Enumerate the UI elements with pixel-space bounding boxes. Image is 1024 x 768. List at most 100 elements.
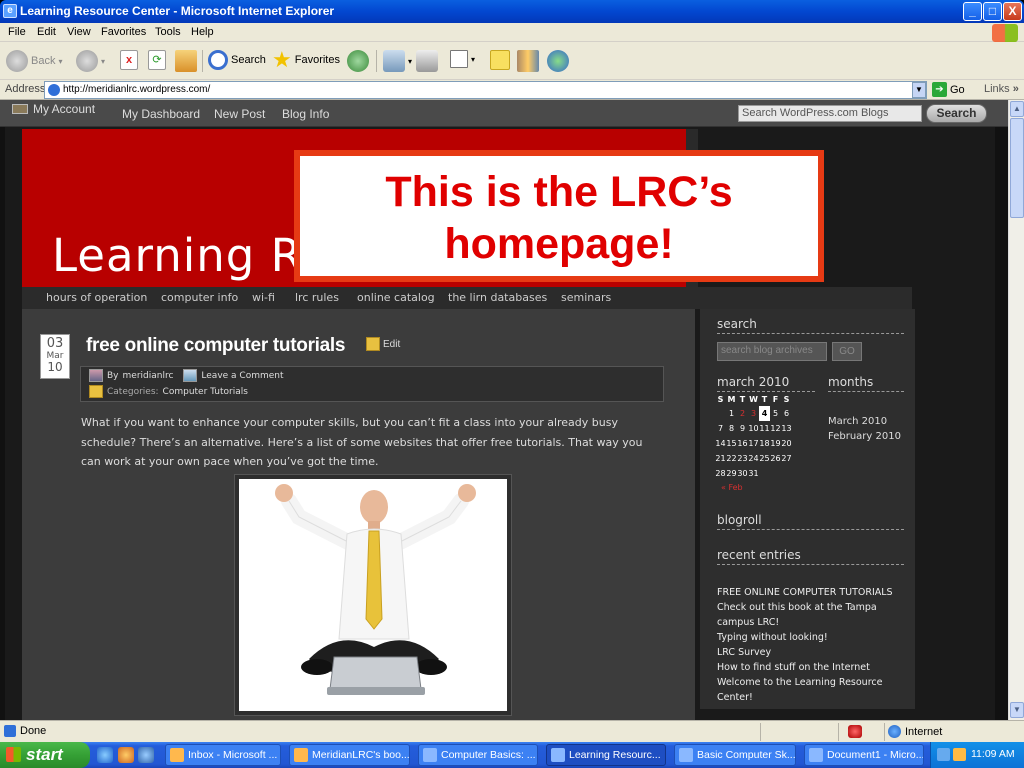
vertical-scrollbar[interactable]: ▲ ▼ xyxy=(1008,100,1024,720)
minimize-button[interactable]: _ xyxy=(963,2,982,21)
menu-help[interactable]: Help xyxy=(191,26,214,38)
tray-network-icon[interactable] xyxy=(937,748,950,761)
post-title[interactable]: free online computer tutorials xyxy=(86,335,345,357)
post-date-day: 03 xyxy=(46,336,64,351)
wordpress-search-button[interactable]: Search xyxy=(926,104,987,123)
status-text: Done xyxy=(4,725,46,737)
note-icon xyxy=(490,50,510,70)
links-button[interactable]: Links » xyxy=(984,83,1019,95)
taskbar-task-button[interactable]: MeridianLRC's boo... xyxy=(289,744,410,766)
task-label: Document1 - Micro... xyxy=(827,749,924,761)
web-page: My Account My Dashboard New Post Blog In… xyxy=(0,100,1008,720)
close-button[interactable]: X xyxy=(1003,2,1022,21)
favorites-button[interactable]: ★ Favorites xyxy=(272,47,340,72)
post-author-link[interactable]: meridianlrc xyxy=(123,371,174,381)
star-icon: ★ xyxy=(272,47,292,72)
menu-favorites[interactable]: Favorites xyxy=(101,26,146,38)
blog-search-input[interactable]: search blog archives xyxy=(717,342,827,361)
recent-entry-link[interactable]: Welcome to the Learning Resource Center! xyxy=(717,675,909,705)
calendar-day: 16 xyxy=(737,439,748,448)
site-title[interactable]: Learning Re xyxy=(52,229,330,282)
stop-button[interactable]: x xyxy=(120,50,138,70)
month-link[interactable]: February 2010 xyxy=(828,429,901,444)
calendar-day xyxy=(715,406,726,421)
quicklaunch-outlook-icon[interactable] xyxy=(118,747,134,763)
blog-search-go-button[interactable]: GO xyxy=(832,342,862,361)
quicklaunch-ie-icon[interactable] xyxy=(97,747,113,763)
taskbar-task-button[interactable]: Document1 - Micro... xyxy=(804,744,924,766)
edit-button[interactable]: ▾ xyxy=(450,50,475,68)
scroll-thumb[interactable] xyxy=(1010,118,1024,218)
taskbar-task-button[interactable]: Learning Resourc... xyxy=(546,744,666,766)
scroll-up-arrow[interactable]: ▲ xyxy=(1010,101,1024,117)
tray-outlook-icon[interactable] xyxy=(953,748,966,761)
window-title-bar[interactable]: e Learning Resource Center - Microsoft I… xyxy=(0,0,1024,23)
weekday-label: T xyxy=(761,395,768,404)
back-button[interactable]: Back ▾ xyxy=(6,50,62,72)
status-divider xyxy=(884,723,885,741)
go-button[interactable]: ➔ Go xyxy=(932,82,965,97)
recent-entry-link[interactable]: FREE ONLINE COMPUTER TUTORIALS xyxy=(717,585,909,600)
pencil-icon xyxy=(366,337,380,351)
post-edit-link[interactable]: Edit xyxy=(366,337,400,351)
mail-dropdown-icon[interactable]: ▾ xyxy=(408,57,412,66)
start-button[interactable]: start xyxy=(0,742,90,768)
nav-seminars[interactable]: seminars xyxy=(561,291,611,304)
refresh-button[interactable]: ⟳ xyxy=(148,50,166,70)
menu-edit[interactable]: Edit xyxy=(37,26,56,38)
calendar-week-row: 28 29 30 31 xyxy=(715,466,792,481)
taskbar-task-button[interactable]: Computer Basics: ... xyxy=(418,744,538,766)
recent-entry-link[interactable]: How to find stuff on the Internet xyxy=(717,660,909,675)
category-link[interactable]: Computer Tutorials xyxy=(163,387,248,397)
nav-online-catalog[interactable]: online catalog xyxy=(357,291,435,304)
mail-button[interactable]: ▾ xyxy=(383,50,412,72)
address-bar: Address http://meridianlrc.wordpress.com… xyxy=(0,80,1024,100)
discuss-button[interactable] xyxy=(490,50,510,70)
history-button[interactable] xyxy=(347,50,369,72)
address-input[interactable]: http://meridianlrc.wordpress.com/ xyxy=(44,81,927,99)
nav-wifi[interactable]: wi-fi xyxy=(252,291,275,304)
callout-line-1: This is the LRC’s xyxy=(385,168,733,216)
weekday-label: M xyxy=(727,395,736,404)
dashboard-link[interactable]: My Dashboard xyxy=(122,107,200,121)
nav-lrc-rules[interactable]: lrc rules xyxy=(295,291,339,304)
calendar-prev-month-link[interactable]: « Feb xyxy=(721,483,815,492)
leave-comment-link[interactable]: Leave a Comment xyxy=(201,371,283,381)
recent-entry-link[interactable]: Typing without looking! xyxy=(717,630,909,645)
nav-computer-info[interactable]: computer info xyxy=(161,291,238,304)
menu-view[interactable]: View xyxy=(67,26,91,38)
blog-info-link[interactable]: Blog Info xyxy=(282,107,329,121)
calendar-day-link[interactable]: 2 xyxy=(737,406,748,421)
search-button[interactable]: Search xyxy=(208,50,266,70)
quicklaunch-desktop-icon[interactable] xyxy=(138,747,154,763)
taskbar-task-button[interactable]: Basic Computer Sk... xyxy=(674,744,796,766)
taskbar-task-button[interactable]: Inbox - Microsoft ... xyxy=(165,744,281,766)
recent-entry-link[interactable]: Check out this book at the Tampa campus … xyxy=(717,600,909,630)
menu-tools[interactable]: Tools xyxy=(155,26,181,38)
address-dropdown-button[interactable]: ▼ xyxy=(912,82,926,98)
calendar-day-link[interactable]: 3 xyxy=(748,406,759,421)
recent-entry-link[interactable]: LRC Survey xyxy=(717,645,909,660)
forward-dropdown-icon[interactable]: ▾ xyxy=(101,57,105,66)
task-app-icon xyxy=(809,748,823,762)
back-dropdown-icon[interactable]: ▾ xyxy=(58,57,62,66)
maximize-button[interactable]: □ xyxy=(983,2,1002,21)
home-button[interactable] xyxy=(175,50,197,72)
month-link[interactable]: March 2010 xyxy=(828,414,901,429)
print-button[interactable] xyxy=(416,50,438,72)
messenger-button[interactable] xyxy=(547,50,569,72)
nav-hours[interactable]: hours of operation xyxy=(46,291,147,304)
wordpress-search-input[interactable]: Search WordPress.com Blogs xyxy=(738,105,922,122)
scroll-down-arrow[interactable]: ▼ xyxy=(1010,702,1024,718)
edit-dropdown-icon[interactable]: ▾ xyxy=(471,55,475,64)
calendar-today[interactable]: 4 xyxy=(759,406,770,421)
research-button[interactable] xyxy=(517,50,539,72)
popup-blocker-icon[interactable] xyxy=(848,725,862,738)
nav-lirn-databases[interactable]: the lirn databases xyxy=(448,291,547,304)
forward-button[interactable]: ▾ xyxy=(76,50,105,72)
task-app-icon xyxy=(551,748,565,762)
new-post-link[interactable]: New Post xyxy=(214,107,265,121)
calendar-day: 17 xyxy=(748,439,759,448)
menu-file[interactable]: File xyxy=(8,26,26,38)
my-account-link[interactable]: My Account xyxy=(12,102,95,116)
